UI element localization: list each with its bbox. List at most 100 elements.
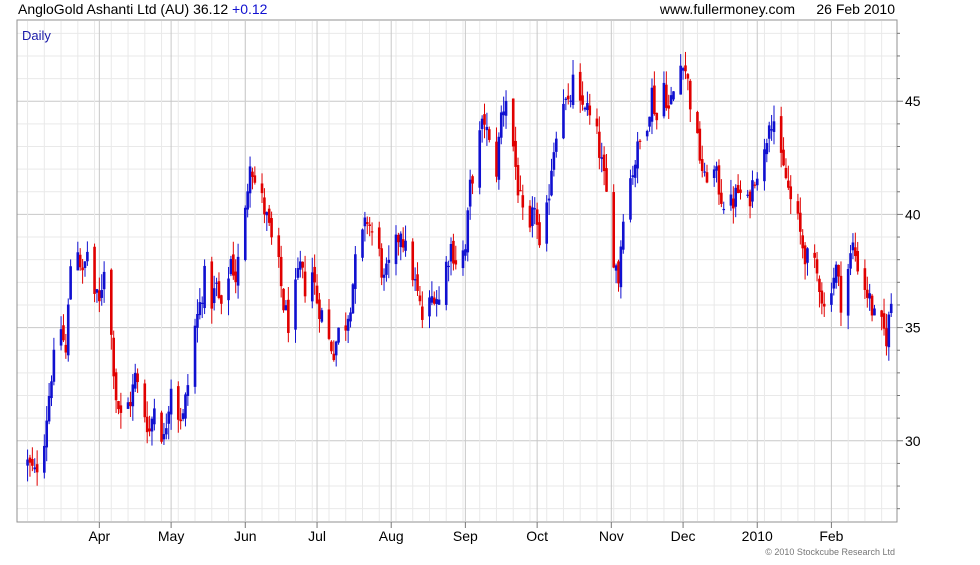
candle-up: [703, 162, 706, 177]
candle-body: [863, 268, 867, 290]
candle-down: [739, 180, 742, 200]
candle-down: [595, 108, 599, 134]
candle-body: [248, 166, 252, 194]
grid-layer: [17, 21, 897, 521]
candle-up: [889, 293, 893, 317]
candle-body: [129, 401, 132, 407]
candle-body: [193, 325, 197, 387]
candle-body: [411, 241, 415, 281]
candle-body: [428, 297, 431, 317]
candle-body: [330, 341, 333, 352]
candle-body: [645, 130, 649, 137]
candle-body: [605, 168, 608, 192]
candle-body: [684, 65, 687, 72]
candle-up: [715, 161, 718, 183]
candle-down: [260, 173, 264, 204]
candle-body: [889, 303, 893, 314]
candle-down: [370, 222, 374, 246]
candle-down: [602, 146, 606, 186]
candle-body: [583, 107, 587, 110]
candle-body: [734, 187, 738, 207]
candle-up: [165, 413, 168, 440]
candle-body: [186, 385, 190, 396]
candle-body: [763, 149, 766, 182]
candle-body: [179, 419, 182, 422]
candle-body: [279, 256, 283, 287]
candle-up: [586, 91, 589, 116]
candle-body: [669, 95, 673, 105]
candle-up: [564, 96, 568, 111]
candle-body: [354, 254, 357, 289]
candle-up: [227, 266, 230, 316]
candle-body: [779, 116, 783, 153]
candle-up: [868, 283, 871, 311]
candle-body: [478, 130, 482, 188]
y-tick-label: 40: [905, 206, 921, 222]
candle-down: [421, 291, 424, 329]
candle-down: [885, 313, 888, 356]
candle-down: [813, 244, 816, 269]
candle-body: [110, 269, 113, 335]
candle-up: [50, 375, 53, 407]
x-tick-label: Feb: [819, 528, 843, 544]
candle-body: [698, 128, 702, 161]
candle-body: [385, 263, 388, 275]
candle-up: [485, 112, 489, 146]
candle-body: [799, 212, 802, 232]
candle-body: [755, 178, 759, 186]
candle-up: [47, 383, 51, 425]
candle-body: [133, 372, 137, 389]
candle-body: [739, 189, 742, 193]
candle-down: [114, 368, 118, 413]
candle-up: [562, 89, 565, 140]
candle-up: [466, 207, 470, 262]
website-link[interactable]: www.fullermoney.com: [659, 1, 795, 17]
candle-down: [234, 259, 238, 294]
candle-down: [753, 181, 757, 189]
candle-body: [277, 235, 281, 258]
candle-body: [78, 254, 82, 268]
candle-body: [229, 259, 233, 275]
candle-down: [605, 153, 608, 192]
candle-body: [382, 274, 386, 278]
candle-down: [62, 314, 65, 343]
candle-down: [267, 204, 271, 226]
candle-up: [162, 422, 166, 445]
candle-body: [93, 246, 96, 294]
candle-body: [167, 411, 171, 424]
x-tick-label: Apr: [88, 528, 110, 544]
candle-body: [885, 328, 888, 347]
candle-body: [619, 246, 623, 288]
x-tick-label: Nov: [599, 528, 624, 544]
candle-body: [767, 125, 771, 139]
candle-down: [779, 106, 783, 168]
candle-body: [667, 105, 671, 109]
candle-body: [653, 85, 656, 114]
candle-down: [64, 333, 68, 359]
candle-down: [471, 174, 474, 195]
candle-down: [93, 243, 96, 303]
candle-up: [806, 247, 809, 276]
candle-body: [401, 239, 405, 248]
candle-body: [449, 244, 453, 262]
price-value: 36.12: [193, 1, 228, 17]
candle-up: [621, 214, 625, 254]
candle-down: [736, 174, 740, 194]
candle-body: [263, 197, 266, 215]
candle-up: [722, 201, 726, 214]
candle-body: [480, 118, 484, 129]
candle-body: [298, 261, 302, 270]
candle-up: [571, 60, 575, 109]
candle-body: [837, 264, 840, 277]
candle-up: [196, 299, 199, 343]
candle-up: [399, 231, 403, 261]
candle-body: [363, 217, 367, 227]
candle-up: [830, 282, 833, 312]
candle-up: [444, 256, 448, 311]
candle-body: [253, 175, 257, 183]
candle-down: [145, 401, 149, 444]
candle-up: [354, 245, 357, 304]
candle-up: [229, 255, 233, 277]
candle-body: [421, 306, 424, 320]
candle-up: [849, 244, 852, 276]
